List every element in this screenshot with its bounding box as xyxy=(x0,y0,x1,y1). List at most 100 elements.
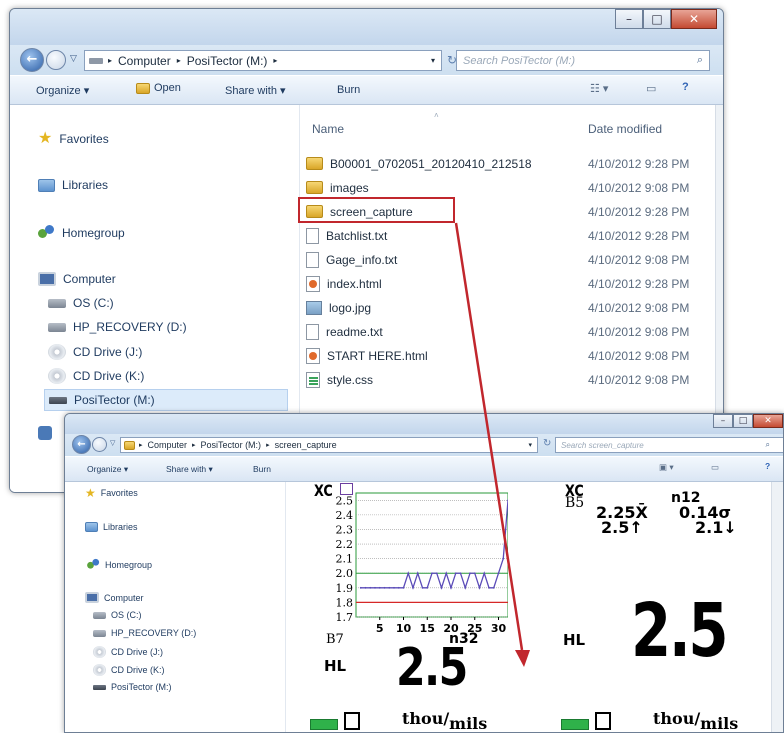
burn-button[interactable]: Burn xyxy=(337,84,360,96)
units-thou: thou/ xyxy=(653,709,701,728)
search-input[interactable]: Search PosiTector (M:) ⌕ xyxy=(456,50,710,71)
nav-network[interactable] xyxy=(38,426,59,440)
file-name: B00001_0702051_20120410_212518 xyxy=(306,157,532,171)
forward-arrow-icon[interactable] xyxy=(92,437,107,452)
nav-drive-j[interactable]: CD Drive (J:) xyxy=(93,646,163,658)
nav-drive-k[interactable]: CD Drive (K:) xyxy=(93,664,165,676)
nav-drive-d[interactable]: HP_RECOVERY (D:) xyxy=(93,628,196,638)
thumbnail-statistics-capture[interactable]: XC B5 n12 2.25X̄ 2.5↑ 0.14σ 2.1↓ HL 2.5 … xyxy=(561,481,761,732)
nav-drive-c[interactable]: OS (C:) xyxy=(48,296,114,310)
maximize-button[interactable]: □ xyxy=(733,414,753,428)
share-with-menu[interactable]: Share with ▾ xyxy=(225,84,286,97)
battery-icon xyxy=(310,719,338,730)
back-arrow-icon[interactable]: ← xyxy=(72,435,91,454)
nav-drive-d-label: HP_RECOVERY (D:) xyxy=(73,320,187,334)
refresh-icon[interactable]: ↻ xyxy=(543,438,551,449)
file-row[interactable]: B00001_0702051_20120410_212518 4/10/2012 … xyxy=(300,153,720,174)
nav-computer-label: Computer xyxy=(104,592,144,603)
address-bar[interactable]: ▸ Computer ▸ PosiTector (M:) ▸ screen_ca… xyxy=(120,437,538,453)
cd-drive-icon xyxy=(93,664,106,676)
file-name-text: index.html xyxy=(327,276,382,291)
file-row[interactable]: START HERE.html 4/10/2012 9:08 PM xyxy=(300,345,720,366)
file-row[interactable]: images 4/10/2012 9:08 PM xyxy=(300,177,720,198)
nav-drive-c[interactable]: OS (C:) xyxy=(93,610,142,620)
folder-icon xyxy=(124,440,135,450)
file-date-modified: 4/10/2012 9:08 PM xyxy=(588,252,690,267)
nav-libraries[interactable]: Libraries xyxy=(38,178,108,192)
file-name-text: Gage_info.txt xyxy=(326,252,398,267)
homegroup-icon xyxy=(38,225,55,240)
breadcrumb-computer[interactable]: Computer xyxy=(118,54,171,68)
nav-drive-m[interactable]: PosiTector (M:) xyxy=(93,682,172,692)
recent-pages-dropdown-icon[interactable]: ▽ xyxy=(70,54,77,64)
preview-pane-icon[interactable]: ▭ xyxy=(646,82,656,95)
hl-indicator: HL xyxy=(324,657,347,675)
reading-value: 2.5 xyxy=(631,588,729,674)
organize-menu[interactable]: Organize ▾ xyxy=(87,464,128,475)
nav-favorites[interactable]: ★ Favorites xyxy=(38,131,109,147)
command-bar: Organize ▾ Open Share with ▾ Burn ☷ ▾ ▭ … xyxy=(10,75,723,105)
search-input[interactable]: Search screen_capture ⌕ xyxy=(555,437,783,453)
breadcrumb-positector[interactable]: PosiTector (M:) xyxy=(201,440,262,450)
data-point xyxy=(359,586,362,589)
preview-pane-icon[interactable]: ▭ xyxy=(711,462,719,473)
battery-icon xyxy=(561,719,589,730)
file-name-text: images xyxy=(330,180,369,195)
address-dropdown-icon[interactable]: ▾ xyxy=(431,56,435,65)
nav-homegroup[interactable]: Homegroup xyxy=(85,557,152,572)
nav-drive-j[interactable]: CD Drive (J:) xyxy=(48,344,142,360)
help-icon[interactable]: ? xyxy=(682,81,689,93)
nav-homegroup[interactable]: Homegroup xyxy=(38,225,125,240)
nav-computer[interactable]: Computer xyxy=(85,592,144,603)
nav-computer[interactable]: Computer xyxy=(38,272,116,286)
maximize-button[interactable]: □ xyxy=(643,9,671,29)
minimize-button[interactable]: – xyxy=(713,414,733,428)
recent-pages-dropdown-icon[interactable]: ▽ xyxy=(110,439,115,447)
nav-drive-k[interactable]: CD Drive (K:) xyxy=(48,368,144,384)
share-with-menu[interactable]: Share with ▾ xyxy=(166,464,213,475)
data-point xyxy=(450,586,452,589)
thumbnail-graph-capture[interactable]: XC 2.5 2.4 2.3 2.2 2.1 2.0 1.9 1.8 1.7 5 10 15 20 25 3… xyxy=(308,481,508,732)
breadcrumb-positector[interactable]: PosiTector (M:) xyxy=(187,54,268,68)
nav-drive-d[interactable]: HP_RECOVERY (D:) xyxy=(48,320,187,334)
nav-drive-m[interactable]: PosiTector (M:) xyxy=(44,389,288,411)
reading-value: 2.5 xyxy=(396,638,468,698)
window-caption-buttons: – □ ✕ xyxy=(615,9,717,29)
organize-menu[interactable]: Organize ▾ xyxy=(36,84,89,97)
column-header-name[interactable]: Name xyxy=(312,122,344,136)
computer-icon xyxy=(85,592,99,603)
close-button[interactable]: ✕ xyxy=(753,414,783,428)
hard-drive-icon xyxy=(48,298,66,308)
breadcrumb-computer[interactable]: Computer xyxy=(148,440,188,450)
back-arrow-icon[interactable]: ← xyxy=(20,48,44,72)
y-tick-label: 1.9 xyxy=(336,582,354,595)
burn-button[interactable]: Burn xyxy=(253,464,271,474)
column-header-date-modified[interactable]: Date modified xyxy=(588,122,662,136)
file-row[interactable]: style.css 4/10/2012 9:08 PM xyxy=(300,369,720,390)
file-row[interactable]: index.html 4/10/2012 9:28 PM xyxy=(300,273,720,294)
breadcrumb-screen-capture[interactable]: screen_capture xyxy=(275,440,337,450)
cd-drive-icon xyxy=(48,368,66,384)
address-row: ← ▽ ▸ Computer ▸ PosiTector (M:) ▸ ▾ ↻ S… xyxy=(10,45,723,75)
file-row[interactable]: logo.jpg 4/10/2012 9:08 PM xyxy=(300,297,720,318)
nav-libraries[interactable]: Libraries xyxy=(85,522,138,532)
data-point xyxy=(473,572,476,575)
file-date-modified: 4/10/2012 9:28 PM xyxy=(588,156,690,171)
open-button[interactable]: Open xyxy=(136,82,181,94)
min-number: 2.1 xyxy=(695,518,724,537)
address-bar[interactable]: ▸ Computer ▸ PosiTector (M:) ▸ ▾ xyxy=(84,50,442,71)
y-tick-label: 1.8 xyxy=(336,596,354,609)
change-view-icon[interactable]: ▣ ▾ xyxy=(659,462,674,473)
nav-favorites[interactable]: ★ Favorites xyxy=(85,487,138,499)
forward-arrow-icon[interactable] xyxy=(46,50,66,70)
help-icon[interactable]: ? xyxy=(765,461,770,471)
file-row[interactable]: readme.txt 4/10/2012 9:08 PM xyxy=(300,321,720,342)
change-view-icon[interactable]: ☷ ▾ xyxy=(590,82,608,95)
data-point xyxy=(416,572,419,575)
vertical-scrollbar[interactable] xyxy=(771,482,783,732)
minimize-button[interactable]: – xyxy=(615,9,643,29)
address-dropdown-icon[interactable]: ▾ xyxy=(528,441,532,449)
file-row[interactable]: Batchlist.txt 4/10/2012 9:28 PM xyxy=(300,225,720,246)
file-row[interactable]: Gage_info.txt 4/10/2012 9:08 PM xyxy=(300,249,720,270)
close-button[interactable]: ✕ xyxy=(671,9,717,29)
